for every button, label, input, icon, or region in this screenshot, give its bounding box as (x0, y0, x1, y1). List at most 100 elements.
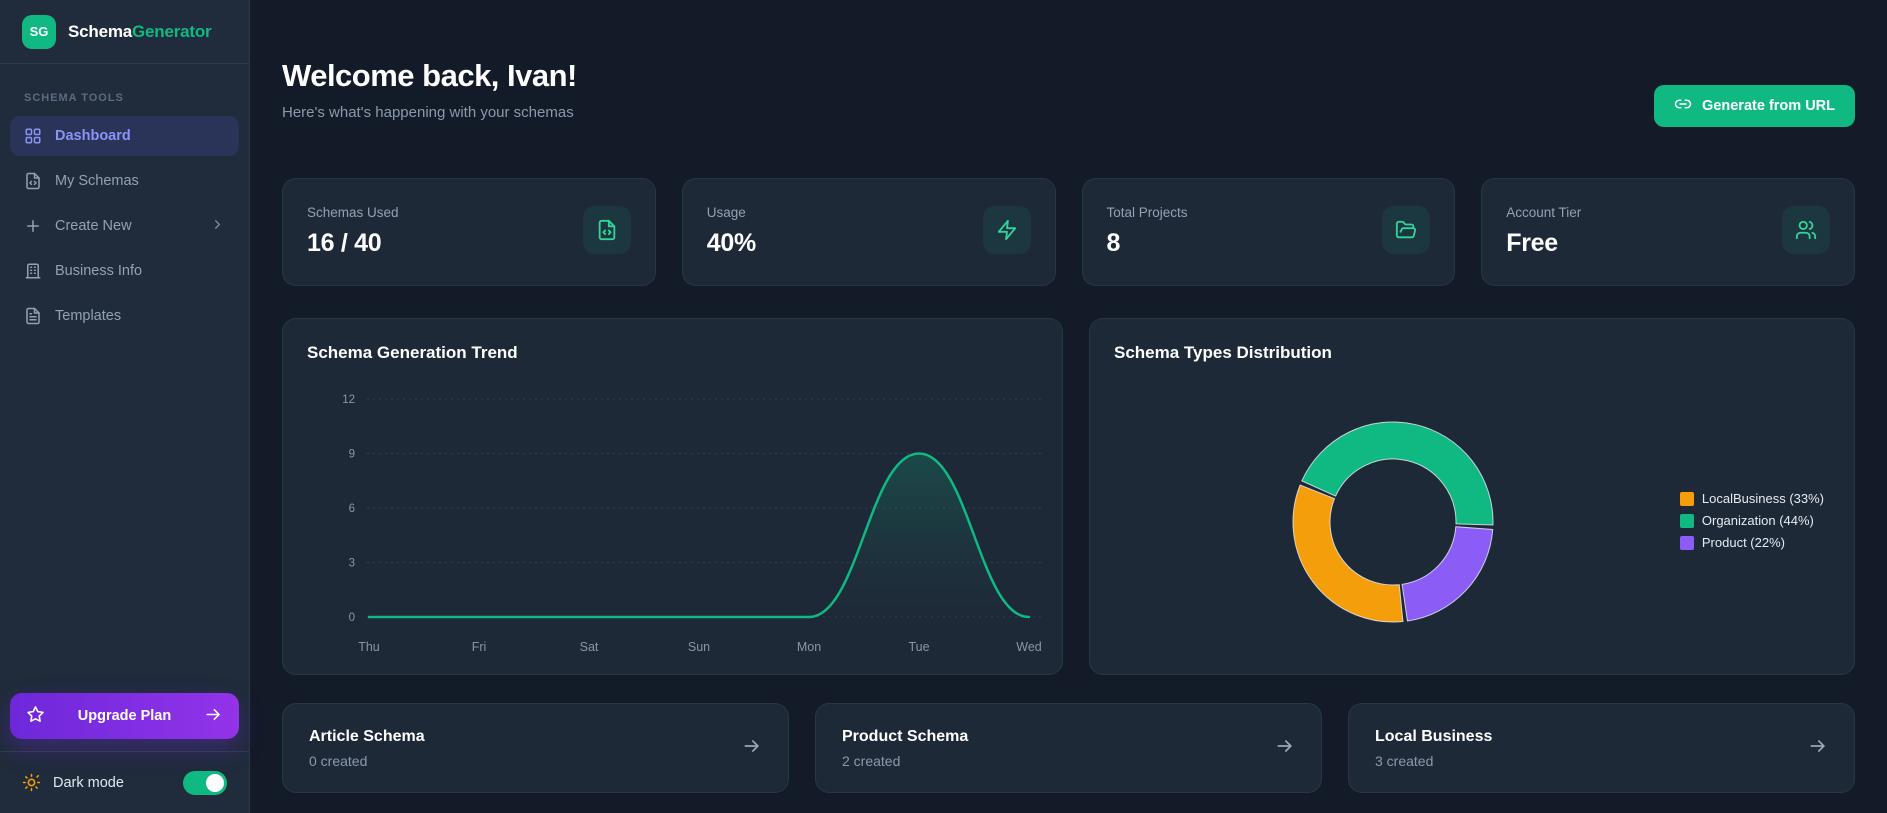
donut-segment-product (1401, 526, 1494, 622)
chevron-right-icon (210, 217, 225, 236)
quick-card-product-schema[interactable]: Product Schema 2 created (815, 703, 1322, 793)
quick-card-text: Article Schema 0 created (309, 728, 425, 769)
quick-card-text: Product Schema 2 created (842, 728, 968, 769)
distribution-chart-card: Schema Types Distribution LocalBusiness … (1089, 318, 1855, 675)
upgrade-wrap: Upgrade Plan (0, 693, 249, 751)
legend-swatch (1679, 491, 1694, 506)
sidebar-item-label: Dashboard (55, 128, 131, 144)
trend-chart-title: Schema Generation Trend (307, 343, 518, 362)
arrow-right-icon (204, 705, 223, 728)
quick-card-local-business[interactable]: Local Business 3 created (1348, 703, 1855, 793)
upgrade-plan-button[interactable]: Upgrade Plan (10, 693, 239, 739)
legend-item-localbusiness: LocalBusiness (33%) (1679, 491, 1824, 506)
stat-card-account-tier: Account Tier Free (1481, 178, 1855, 286)
sidebar-item-templates[interactable]: Templates (10, 296, 239, 336)
sidebar-item-label: Create New (55, 218, 132, 234)
sidebar-section-label: SCHEMA TOOLS (24, 92, 124, 104)
sidebar-item-label: My Schemas (55, 173, 139, 189)
chevron-right-icon (215, 219, 220, 229)
generate-from-url-button[interactable]: Generate from URL (1654, 85, 1855, 127)
quick-card-subtitle: 2 created (842, 752, 901, 769)
plus-icon (27, 220, 39, 232)
trend-chart-card: Schema Generation Trend 0 3 6 9 12 Thu Fri Sat S… (282, 318, 1063, 675)
sidebar-item-label: Business Info (55, 263, 143, 279)
folder-open-icon (1396, 220, 1417, 239)
stat-icon-box (982, 206, 1031, 254)
legend-label: Product (22%) (1701, 535, 1785, 550)
sun-icon (22, 773, 41, 792)
stat-label: Usage (706, 205, 746, 220)
svg-text:3: 3 (349, 558, 355, 570)
upgrade-plan-label: Upgrade Plan (77, 708, 172, 724)
arrow-right-icon (1810, 739, 1825, 752)
legend-label: LocalBusiness (33%) (1701, 491, 1824, 506)
svg-text:0: 0 (349, 612, 355, 624)
svg-text:Fri: Fri (472, 640, 487, 654)
brand-schema: Schema (68, 21, 133, 41)
stat-card-usage: Usage 40% (681, 178, 1056, 286)
app-window: SG SchemaGenerator SCHEMA TOOLS Dashboar… (0, 0, 1887, 813)
svg-text:Sun: Sun (688, 640, 710, 654)
sidebar-item-dashboard[interactable]: Dashboard (10, 116, 239, 156)
svg-text:Mon: Mon (797, 640, 821, 654)
page-subtitle: Here's what's happening with your schema… (282, 104, 574, 121)
quick-card-subtitle: 0 created (309, 752, 368, 769)
trend-chart: 0 3 6 9 12 Thu Fri Sat Sun Mon Tue Wed (342, 394, 1043, 654)
stat-icon-box (1382, 206, 1431, 254)
sidebar-item-my-schemas[interactable]: My Schemas (10, 161, 239, 201)
dashboard-grid-icon (25, 128, 41, 144)
main-content: Welcome back, Ivan! Here's what's happen… (250, 0, 1887, 813)
dark-mode-toggle[interactable] (183, 770, 227, 795)
sidebar-nav: Dashboard My Schemas Create New Business In… (0, 116, 249, 336)
legend-label: Organization (44%) (1701, 513, 1814, 528)
sidebar-item-business-info[interactable]: Business Info (10, 251, 239, 291)
sidebar-item-create-new[interactable]: Create New (10, 206, 239, 246)
charts-row: Schema Generation Trend 0 3 6 9 12 Thu Fri Sat S… (282, 318, 1855, 675)
svg-text:9: 9 (349, 449, 355, 461)
quick-card-title: Product Schema (842, 727, 969, 745)
svg-text:Thu: Thu (358, 640, 380, 654)
stat-value: 40% (706, 229, 756, 257)
link-icon (1674, 95, 1692, 117)
quick-card-title: Local Business (1375, 727, 1493, 745)
arrow-right-icon (206, 708, 220, 720)
stats-row: Schemas Used 16 / 40 Usage 40% Total Project… (282, 178, 1855, 286)
link-icon (1674, 99, 1692, 109)
star-icon (26, 705, 45, 728)
legend-item-product: Product (22%) (1679, 535, 1824, 550)
brand-generator: Generator (132, 21, 212, 41)
logo: SG SchemaGenerator (0, 0, 249, 64)
arrow-right-icon (1277, 739, 1292, 752)
svg-text:12: 12 (342, 394, 355, 406)
file-code-icon (598, 219, 615, 241)
legend-swatch (1679, 535, 1694, 550)
toggle-knob (206, 773, 224, 792)
quick-card-subtitle: 3 created (1375, 752, 1434, 769)
legend-swatch (1679, 513, 1694, 528)
dark-mode-row: Dark mode (0, 751, 249, 813)
legend-item-organization: Organization (44%) (1679, 513, 1824, 528)
sidebar-item-label: Templates (55, 308, 122, 324)
arrow-right-icon (742, 736, 762, 761)
file-text-icon (26, 307, 40, 325)
arrow-right-icon (744, 739, 759, 752)
svg-text:6: 6 (349, 503, 355, 515)
stat-icon-box (1782, 206, 1830, 254)
stat-card-total-projects: Total Projects 8 (1081, 178, 1456, 286)
building-icon (25, 263, 41, 279)
logo-badge: SG (22, 14, 56, 49)
svg-text:Tue: Tue (908, 640, 929, 654)
chart-legend: LocalBusiness (33%) Organization (44%) Pro… (1679, 491, 1824, 550)
quick-card-article-schema[interactable]: Article Schema 0 created (282, 703, 789, 793)
svg-text:Sat: Sat (580, 640, 599, 654)
arrow-right-icon (1275, 736, 1295, 761)
quick-card-title: Article Schema (309, 727, 425, 745)
stat-icon-box (582, 206, 631, 254)
quick-card-text: Local Business 3 created (1375, 728, 1492, 769)
dark-mode-label: Dark mode (53, 774, 124, 791)
stat-card-schemas-used: Schemas Used 16 / 40 (282, 178, 656, 286)
arrow-right-icon (1808, 736, 1828, 761)
donut-segment-localbusiness (1292, 484, 1404, 623)
welcome-block: Welcome back, Ivan! Here's what's happen… (282, 56, 577, 121)
users-icon (1795, 220, 1817, 240)
